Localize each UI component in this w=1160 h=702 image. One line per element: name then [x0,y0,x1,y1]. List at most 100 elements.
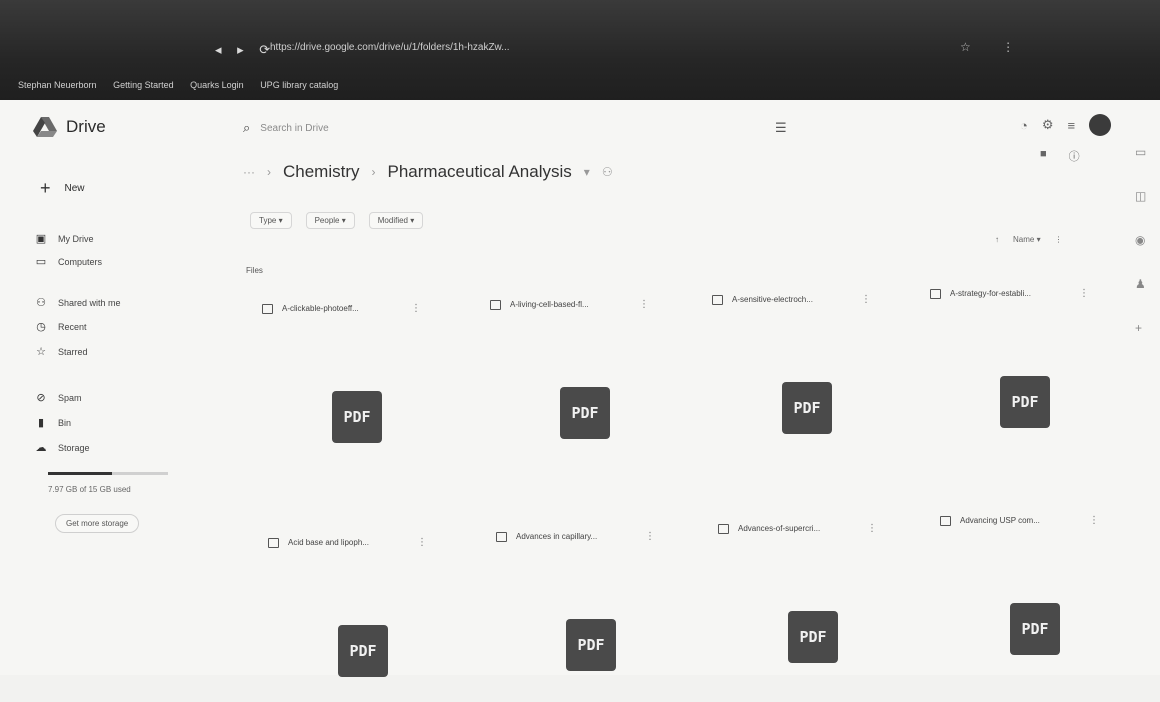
chip-label: People [314,216,340,225]
plus-icon: + [40,178,51,198]
chevron-down-icon[interactable]: ▾ [584,165,590,179]
file-card[interactable]: Advancing USP com... ⋮ PDF [940,515,1130,680]
breadcrumb-more[interactable]: ··· [243,165,255,179]
file-card[interactable]: Acid base and lipoph... ⋮ PDF [268,537,458,702]
more-icon[interactable]: ⋮ [639,299,649,310]
sidebar-item-storage[interactable]: ☁ Storage [34,441,90,454]
file-card[interactable]: Advances in capillary... ⋮ PDF [496,531,686,696]
sidebar-item-spam[interactable]: ⊘ Spam [34,391,82,404]
sidebar-item-label: Recent [58,321,87,332]
get-storage-button[interactable]: Get more storage [55,514,140,533]
file-card[interactable]: A-living-cell-based-fl... ⋮ PDF [490,299,680,464]
more-icon[interactable]: ⋮ [1089,515,1099,526]
search-icon: ⌕ [243,120,251,135]
computer-icon: ▭ [35,256,47,268]
app-name: Drive [66,117,106,136]
more-icon[interactable]: ⋮ [867,523,877,534]
chevron-right-icon: › [267,165,271,179]
browser-nav-buttons[interactable]: ◂ ▸ ⟳ [215,42,276,58]
sidebar-item-starred[interactable]: ☆ Starred [34,345,88,358]
info-icon[interactable]: ⓘ [1069,148,1080,164]
pdf-file-icon [268,537,279,548]
contacts-icon[interactable]: ♟ [1135,277,1146,291]
breadcrumb-parent[interactable]: Chemistry [283,162,360,182]
sidebar-item-bin[interactable]: ▮ Bin [34,416,71,429]
bookmark[interactable]: Getting Started [113,80,174,90]
breadcrumb-current[interactable]: Pharmaceutical Analysis [388,162,572,182]
calendar-icon[interactable]: ▭ [1135,145,1146,159]
pdf-file-icon [718,523,729,534]
filter-type[interactable]: Type ▾ [250,212,292,229]
pdf-thumbnail: PDF [332,391,382,443]
apps-icon[interactable]: ≡ [1068,118,1076,133]
file-name: A-strategy-for-establi... [950,289,1031,298]
support-icon[interactable]: ◔ [1020,118,1028,133]
file-card[interactable]: A-sensitive-electroch... ⋮ PDF [712,294,902,459]
sidebar-item-label: Bin [58,417,72,428]
bookmark[interactable]: Stephan Neuerborn [18,80,97,90]
drive-logo[interactable]: Drive [32,116,106,138]
sidebar-item-my-drive[interactable]: ▣ My Drive [34,232,94,245]
keep-icon[interactable]: ◫ [1135,189,1146,203]
files-section-label: Files [246,266,263,275]
file-name: A-living-cell-based-fl... [510,300,589,309]
file-card[interactable]: A-strategy-for-establi... ⋮ PDF [930,288,1120,453]
file-name: Advances in capillary... [516,532,598,541]
cloud-icon: ☁ [35,442,47,454]
search-options-icon[interactable]: ☰ [775,120,787,136]
chevron-right-icon: › [371,165,376,179]
pdf-file-icon [262,303,273,314]
sidebar-item-label: Starred [58,346,88,357]
avatar[interactable] [1089,114,1112,136]
search-input[interactable]: ⌕ Search in Drive [243,120,329,136]
pdf-thumbnail: PDF [1000,376,1050,428]
more-icon[interactable]: ⋮ [411,303,421,314]
tasks-icon[interactable]: ◉ [1135,233,1146,247]
pdf-file-icon [496,531,507,542]
new-button[interactable]: + New [40,178,85,199]
pdf-thumbnail: PDF [1010,603,1060,655]
bookmark[interactable]: UPG library catalog [260,80,338,90]
grid-view-icon[interactable]: ■ [1040,148,1047,164]
more-icon[interactable]: ⋮ [1079,288,1089,299]
drive-app: Drive ⌕ Search in Drive ☰ ◔ ⚙ ≡ + New ▣ … [0,100,1160,677]
address-bar[interactable]: https://drive.google.com/drive/u/1/folde… [270,42,930,60]
sidebar-item-recent[interactable]: ◷ Recent [34,320,87,333]
browser-extension-icons[interactable]: ☆ ⋮ [960,40,1028,54]
pdf-file-icon [712,294,723,305]
chip-label: Type [259,216,277,225]
pdf-thumbnail: PDF [560,387,610,439]
file-name: A-clickable-photoeff... [282,304,359,313]
more-icon[interactable]: ⋮ [417,537,427,548]
settings-icon[interactable]: ⚙ [1042,117,1054,133]
filter-people[interactable]: People ▾ [305,212,355,229]
sidebar-item-label: My Drive [58,233,94,244]
filter-modified[interactable]: Modified ▾ [368,212,424,229]
sidebar-item-computers[interactable]: ▭ Computers [34,255,102,268]
sort-direction-icon[interactable]: ↑ [995,235,999,244]
sidebar-item-shared[interactable]: ⚇ Shared with me [34,296,121,309]
more-icon[interactable]: ⋮ [1055,235,1063,244]
pdf-file-icon [490,299,501,310]
people-icon: ⚇ [36,297,46,309]
pdf-file-icon [940,515,951,526]
file-card[interactable]: Advances-of-supercri... ⋮ PDF [718,523,908,688]
people-icon[interactable]: ⚇ [602,165,613,179]
file-card[interactable]: A-clickable-photoeff... ⋮ PDF [262,303,452,468]
bookmark[interactable]: Quarks Login [190,80,244,90]
breadcrumb: ··· › Chemistry › Pharmaceutical Analysi… [243,162,613,182]
add-icon[interactable]: + [1135,321,1146,335]
spam-icon: ⊘ [36,392,46,404]
sort-button[interactable]: Name ▾ [1013,235,1041,244]
drive-logo-icon [33,117,57,137]
clock-icon: ◷ [36,321,46,333]
filter-chips: Type ▾ People ▾ Modified ▾ [250,212,424,229]
side-panel-rail: ▭ ◫ ◉ ♟ + [1135,145,1146,335]
storage-usage: 7.97 GB of 15 GB used [48,485,131,494]
more-icon[interactable]: ⋮ [645,531,655,542]
storage-bar-fill [48,472,112,475]
sidebar-item-label: Spam [58,392,82,403]
more-icon[interactable]: ⋮ [861,294,871,305]
sidebar-item-label: Shared with me [58,297,121,308]
storage-bar [48,472,168,475]
